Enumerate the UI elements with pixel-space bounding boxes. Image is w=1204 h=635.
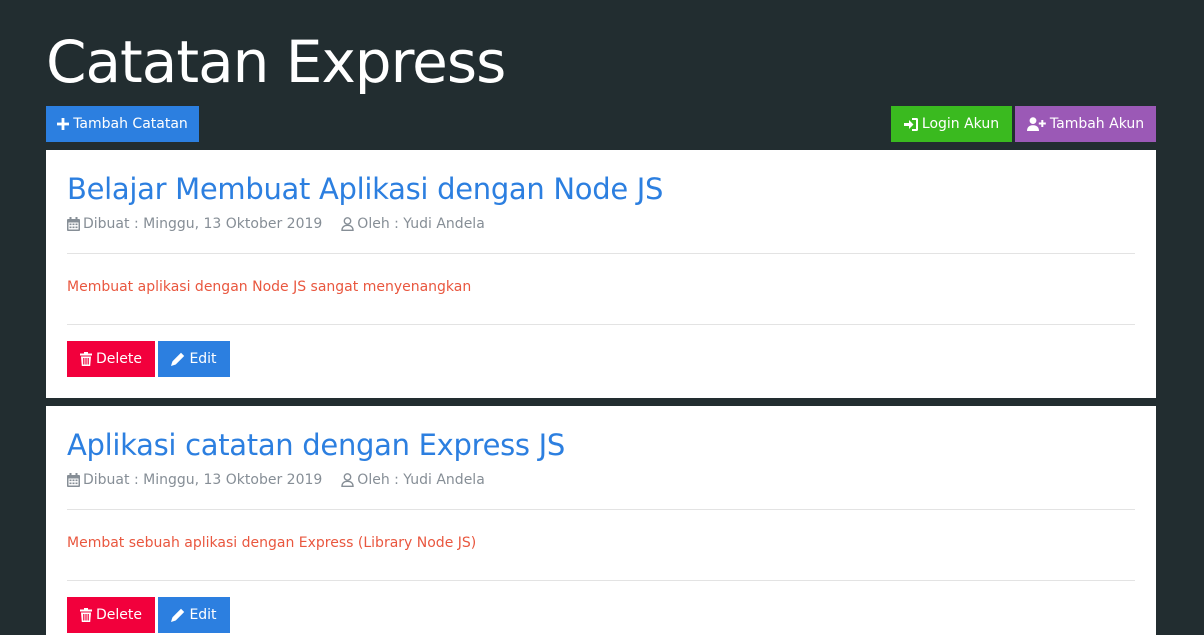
note-author: Oleh : Yudi Andela [341,472,485,488]
login-button[interactable]: Login Akun [891,106,1012,142]
add-user-button[interactable]: Tambah Akun [1015,106,1156,142]
edit-button[interactable]: Edit [158,597,230,633]
note-content: Membat sebuah aplikasi dengan Express (L… [67,535,477,551]
app-title: Catatan Express [46,28,506,96]
divider [67,253,1135,254]
user-icon [341,473,354,487]
divider [67,509,1135,510]
delete-button[interactable]: Delete [67,597,155,633]
note-card: Belajar Membuat Aplikasi dengan Node JS … [46,150,1156,398]
note-date: Dibuat : Minggu, 13 Oktober 2019 [67,216,322,232]
note-author-text: Oleh : Yudi Andela [357,472,485,488]
note-date-text: Dibuat : Minggu, 13 Oktober 2019 [83,472,323,488]
note-meta: Dibuat : Minggu, 13 Oktober 2019 Oleh : … [67,472,485,488]
delete-button[interactable]: Delete [67,341,155,377]
note-author-text: Oleh : Yudi Andela [357,216,485,232]
note-meta: Dibuat : Minggu, 13 Oktober 2019 Oleh : … [67,216,485,232]
login-label: Login Akun [921,116,1000,132]
delete-label: Delete [96,607,142,623]
edit-label: Edit [189,607,217,623]
trash-icon [80,352,92,366]
add-note-label: Tambah Catatan [73,116,188,132]
calendar-icon [67,473,80,487]
edit-button[interactable]: Edit [158,341,230,377]
page: Catatan Express Tambah Catatan Login Aku… [0,0,1204,635]
trash-icon [80,608,92,622]
plus-icon [57,118,70,130]
delete-label: Delete [96,351,142,367]
sign-in-icon [903,117,918,131]
note-title: Belajar Membuat Aplikasi dengan Node JS [67,172,664,206]
edit-label: Edit [189,351,217,367]
add-user-label: Tambah Akun [1049,116,1145,132]
note-date-text: Dibuat : Minggu, 13 Oktober 2019 [83,216,323,232]
user-icon [341,217,354,231]
user-plus-icon [1026,117,1046,131]
note-title: Aplikasi catatan dengan Express JS [67,428,566,462]
add-note-button[interactable]: Tambah Catatan [46,106,199,142]
note-content: Membuat aplikasi dengan Node JS sangat m… [67,279,472,295]
calendar-icon [67,217,80,231]
note-date: Dibuat : Minggu, 13 Oktober 2019 [67,472,322,488]
pencil-icon [171,352,185,366]
note-author: Oleh : Yudi Andela [341,216,485,232]
divider [67,324,1135,325]
pencil-icon [171,608,185,622]
divider [67,580,1135,581]
note-card: Aplikasi catatan dengan Express JS Dibua… [46,406,1156,635]
